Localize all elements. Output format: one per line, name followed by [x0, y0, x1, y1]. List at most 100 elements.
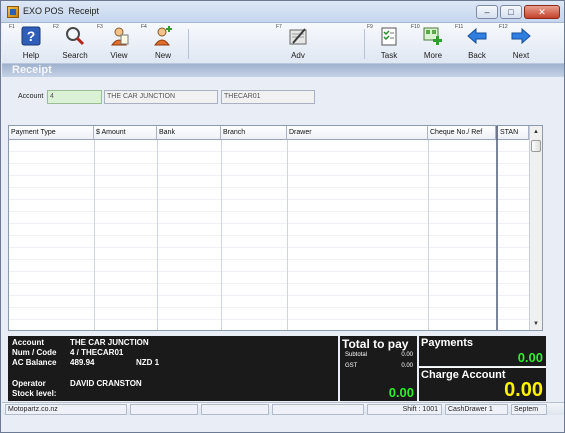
scroll-down-icon[interactable]: ▼ — [530, 318, 542, 330]
maximize-button[interactable]: □ — [500, 5, 522, 19]
status-empty-3 — [272, 404, 364, 415]
status-empty-1 — [130, 404, 198, 415]
more-icon — [423, 27, 442, 45]
help-label: Help — [22, 51, 40, 60]
charge-title: Charge Account — [421, 369, 506, 381]
next-label: Next — [512, 51, 530, 60]
view-icon — [111, 27, 129, 46]
grid-body[interactable] — [9, 140, 529, 330]
gst-label: GST — [345, 363, 358, 369]
shortcut-key: F3 — [97, 24, 103, 30]
more-label: More — [423, 51, 443, 60]
column-branch[interactable]: Branch — [221, 126, 287, 140]
column-drawer[interactable]: Drawer — [287, 126, 428, 140]
shortcut-key: F12 — [499, 24, 508, 30]
charge-value: 0.00 — [504, 379, 543, 401]
status-bar: Motopartz.co.nz Shift : 1001 CashDrawer … — [2, 402, 564, 415]
section-title: Receipt — [12, 64, 52, 76]
scroll-thumb[interactable] — [531, 140, 541, 152]
search-button[interactable]: F2 Search — [53, 23, 97, 64]
column-divider — [496, 140, 498, 330]
shortcut-key: F10 — [411, 24, 420, 30]
toolbar-separator — [364, 29, 365, 59]
back-arrow-icon — [467, 27, 487, 45]
account-name-field: THE CAR JUNCTION — [104, 90, 218, 104]
info-numcode-value: 4 / THECAR01 — [70, 348, 124, 357]
charge-account-panel: Charge Account 0.00 — [419, 367, 546, 401]
column-divider — [428, 140, 429, 330]
payments-title: Payments — [421, 337, 473, 349]
info-operator-value: DAVID CRANSTON — [70, 379, 142, 388]
status-shift: Shift : 1001 — [367, 404, 442, 415]
adv-button[interactable]: F7 Adv — [276, 23, 320, 64]
account-number-field[interactable]: 4 — [47, 90, 102, 104]
task-icon — [381, 27, 397, 46]
column-stan[interactable]: STAN — [496, 126, 529, 140]
payments-grid[interactable]: Payment Type $ Amount Bank Branch Drawer… — [8, 125, 543, 331]
shortcut-key: F9 — [367, 24, 373, 30]
minimize-button[interactable]: – — [476, 5, 498, 19]
task-button[interactable]: F9 Task — [367, 23, 411, 64]
info-balance-label: AC Balance — [12, 358, 57, 367]
shortcut-key: F4 — [141, 24, 147, 30]
section-header: Receipt — [2, 64, 564, 77]
help-icon: ? — [21, 26, 41, 46]
back-button[interactable]: F11 Back — [455, 23, 499, 64]
status-empty-2 — [201, 404, 269, 415]
info-account-label: Account — [12, 338, 44, 347]
vertical-scrollbar[interactable]: ▲ ▼ — [529, 126, 542, 330]
task-label: Task — [380, 51, 398, 60]
close-button[interactable]: ✕ — [524, 5, 560, 19]
column-divider — [94, 140, 95, 330]
new-label: New — [154, 51, 171, 60]
column-amount[interactable]: $ Amount — [94, 126, 157, 140]
toolbar-separator — [188, 29, 189, 59]
gst-value: 0.00 — [401, 363, 413, 369]
column-divider — [287, 140, 288, 330]
info-operator-label: Operator — [12, 379, 46, 388]
total-panel: Total to pay Subtotal 0.00 GST 0.00 0.00 — [340, 336, 417, 401]
scroll-up-icon[interactable]: ▲ — [530, 126, 542, 138]
shortcut-key: F1 — [9, 24, 15, 30]
status-date: Septem — [511, 404, 547, 415]
shortcut-key: F7 — [276, 24, 282, 30]
column-divider — [157, 140, 158, 330]
shortcut-key: F2 — [53, 24, 59, 30]
status-site: Motopartz.co.nz — [5, 404, 127, 415]
app-icon — [7, 6, 19, 18]
column-payment-type[interactable]: Payment Type — [9, 126, 94, 140]
title-bar[interactable]: EXO POS Receipt – □ ✕ — [1, 1, 564, 23]
column-cheque-ref[interactable]: Cheque No./ Ref — [428, 126, 496, 140]
svg-text:?: ? — [27, 28, 36, 44]
info-balance-value: 489.94 — [70, 358, 95, 367]
new-button[interactable]: F4 New — [141, 23, 185, 64]
search-icon — [66, 27, 85, 46]
toolbar: F1 ? Help F2 Search F3 View F4 New F7 Ad… — [2, 23, 564, 64]
view-button[interactable]: F3 View — [97, 23, 141, 64]
window-title: EXO POS Receipt — [23, 6, 100, 16]
account-code-field: THECAR01 — [221, 90, 315, 104]
column-bank[interactable]: Bank — [157, 126, 221, 140]
advanced-icon — [289, 28, 307, 45]
pos-window: EXO POS Receipt – □ ✕ F1 ? Help F2 Searc… — [0, 0, 565, 433]
info-numcode-label: Num / Code — [12, 348, 57, 357]
total-title: Total to pay — [342, 337, 409, 351]
payments-panel: Payments 0.00 — [419, 336, 546, 366]
subtotal-label: Subtotal — [345, 352, 368, 358]
subtotal-value: 0.00 — [401, 352, 413, 358]
new-icon — [154, 26, 172, 46]
more-button[interactable]: F10 More — [411, 23, 455, 64]
shortcut-key: F11 — [455, 24, 464, 30]
grid-header: Payment Type $ Amount Bank Branch Drawer… — [9, 126, 529, 140]
status-drawer: CashDrawer 1 — [445, 404, 508, 415]
payments-value: 0.00 — [517, 350, 543, 365]
view-label: View — [110, 51, 128, 60]
info-stock-label: Stock level: — [12, 389, 57, 398]
next-arrow-icon — [511, 27, 531, 45]
account-label: Account — [18, 93, 44, 100]
search-label: Search — [62, 51, 88, 60]
back-label: Back — [468, 51, 486, 60]
account-info-panel: Account THE CAR JUNCTION Num / Code 4 / … — [8, 336, 338, 401]
help-button[interactable]: F1 ? Help — [9, 23, 53, 64]
next-button[interactable]: F12 Next — [499, 23, 543, 64]
